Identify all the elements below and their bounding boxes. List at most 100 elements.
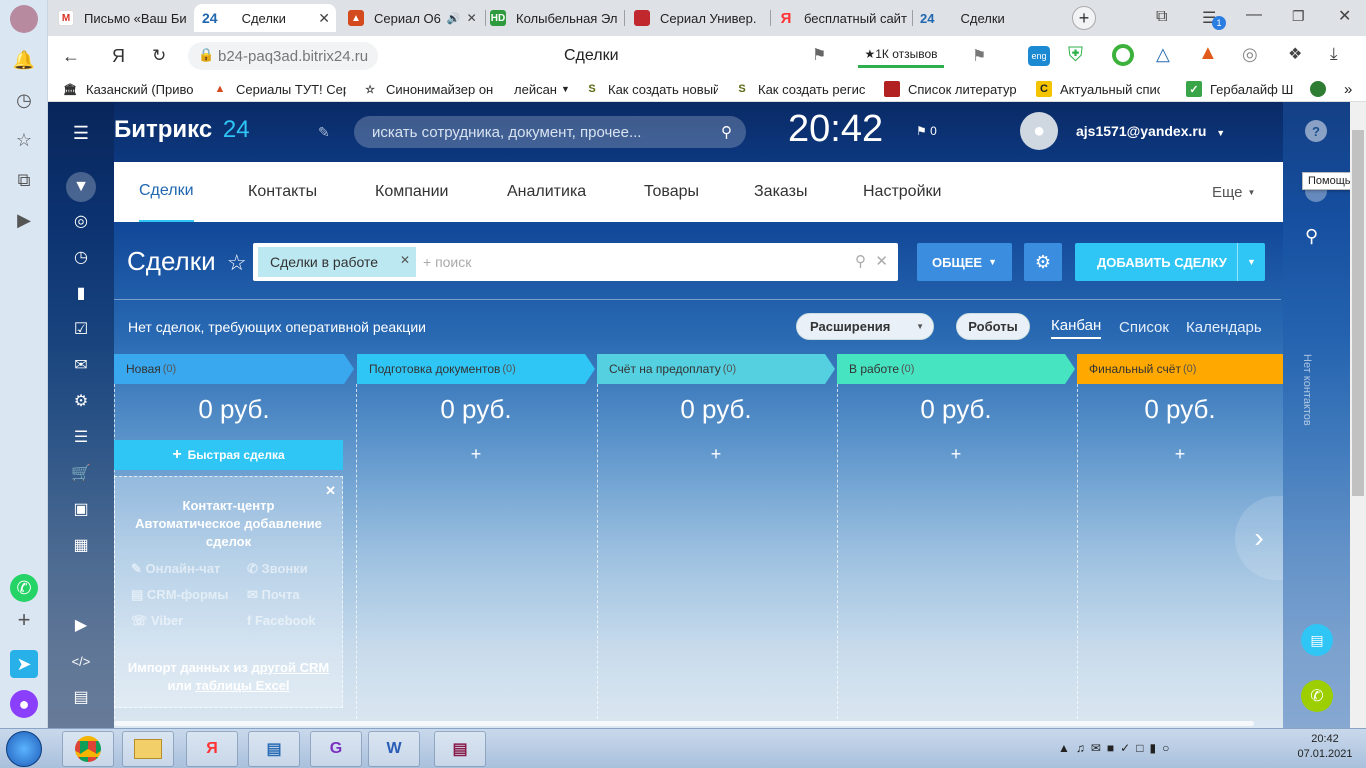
task-icon[interactable]: ☑ bbox=[68, 318, 94, 340]
bookmark-icon[interactable]: ⚑ bbox=[972, 46, 986, 66]
bookmark-item[interactable]: 🏛 Казанский (Приво bbox=[62, 80, 202, 98]
bookmark-item[interactable]: ☆ Синонимайзер он bbox=[362, 80, 498, 98]
tab-gmail[interactable]: M Письмо «Ваш Би bbox=[58, 4, 190, 32]
target-icon[interactable]: ◎ bbox=[68, 210, 94, 232]
explorer-icon[interactable] bbox=[122, 731, 174, 767]
hamburger-icon[interactable]: ☰ bbox=[68, 122, 94, 144]
tab-more[interactable]: Еще ▼ bbox=[1212, 162, 1255, 222]
reload-icon[interactable]: ↻ bbox=[152, 46, 166, 66]
search-icon[interactable]: ⚲ bbox=[1305, 226, 1318, 247]
bookmark-item[interactable]: S Как создать новый bbox=[584, 80, 718, 98]
download-icon[interactable]: ⤓ bbox=[1330, 44, 1338, 64]
cc-chat[interactable]: ✎ Онлайн-чат bbox=[131, 561, 220, 577]
bookmark-item[interactable]: Список литератур bbox=[884, 80, 1020, 98]
tab-deals-active[interactable]: 24 Сделки ✕ bbox=[194, 4, 336, 32]
start-button[interactable] bbox=[6, 731, 42, 767]
close-icon[interactable]: ✕ bbox=[325, 483, 336, 499]
video-icon[interactable]: ▶ bbox=[10, 206, 38, 234]
minimize-icon[interactable]: — bbox=[1246, 6, 1262, 24]
herb-extra-icon[interactable] bbox=[1310, 80, 1330, 98]
pdf-reader-icon[interactable]: G bbox=[310, 731, 362, 767]
view-list[interactable]: Список bbox=[1119, 319, 1169, 336]
user-avatar[interactable]: ● bbox=[1020, 112, 1058, 150]
word-icon[interactable]: W bbox=[368, 731, 420, 767]
tab-deals-2[interactable]: 24 Сделки bbox=[920, 4, 1050, 32]
apps-icon[interactable]: ▦ bbox=[68, 534, 94, 556]
horizontal-scrollbar[interactable] bbox=[114, 721, 1254, 726]
robots-button[interactable]: Роботы bbox=[956, 313, 1030, 340]
funnel-icon[interactable]: ▼ bbox=[66, 172, 96, 202]
taskbar-clock[interactable]: 20:42 07.01.2021 bbox=[1290, 733, 1360, 760]
tab-settings[interactable]: Настройки bbox=[863, 162, 941, 222]
ext-eng-icon[interactable]: eng bbox=[1028, 46, 1050, 66]
history-icon[interactable]: ◷ bbox=[10, 86, 38, 114]
star-icon[interactable]: ☆ bbox=[10, 126, 38, 154]
star-outline-icon[interactable]: ☆ bbox=[227, 250, 247, 275]
add-deal-plus[interactable]: + bbox=[837, 444, 1075, 465]
bookmark-item[interactable]: ✓ Гербалайф Ш bbox=[1186, 80, 1298, 98]
globe-icon[interactable]: ◎ bbox=[1242, 44, 1258, 65]
add-deal-plus[interactable]: + bbox=[357, 444, 595, 465]
cc-mail[interactable]: ✉ Почта bbox=[247, 587, 300, 603]
tab-serial[interactable]: ▲ Сериал О6 🔊 ✕ bbox=[348, 4, 488, 32]
close-tab-icon[interactable]: ✕ bbox=[467, 11, 477, 25]
search-icon[interactable]: ⚲ bbox=[855, 252, 866, 270]
collections-icon[interactable]: ⧉ bbox=[1156, 8, 1167, 26]
ext-green-icon[interactable] bbox=[1112, 44, 1134, 66]
tab-yandex[interactable]: Я бесплатный сайт bbox=[778, 4, 908, 32]
phone-call-icon[interactable]: ✆ bbox=[1301, 680, 1333, 712]
view-calendar[interactable]: Календарь bbox=[1186, 319, 1262, 336]
knowledge-icon[interactable]: ▤ bbox=[68, 686, 94, 708]
restore-icon[interactable]: ❐ bbox=[1292, 8, 1305, 25]
yandex-browser-icon[interactable]: Я bbox=[186, 731, 238, 767]
ext-tri-icon[interactable]: △ bbox=[1156, 44, 1170, 65]
tab-products[interactable]: Товары bbox=[644, 162, 699, 222]
shield-icon[interactable]: ⛨ bbox=[1068, 44, 1090, 68]
extensions-button[interactable]: Расширения ▼ bbox=[796, 313, 934, 340]
yandex-home-icon[interactable]: Я bbox=[112, 46, 125, 67]
cart-icon[interactable]: 🛒 bbox=[68, 462, 94, 484]
bookmark-item[interactable]: ▲ Сериалы ТУТ! Сер bbox=[212, 80, 346, 98]
flag-counter[interactable]: ⚑ 0 bbox=[916, 124, 937, 138]
stage-in-progress[interactable]: В работе (0) bbox=[837, 354, 1075, 384]
stage-docs[interactable]: Подготовка документов (0) bbox=[357, 354, 595, 384]
control-panel-icon[interactable]: ▤ bbox=[248, 731, 300, 767]
chevron-down-icon[interactable]: ▼ bbox=[1237, 243, 1265, 281]
stage-invoice[interactable]: Счёт на предоплату (0) bbox=[597, 354, 835, 384]
reviews-badge[interactable]: ★ 1К отзывов bbox=[858, 42, 944, 68]
filter-tag[interactable]: Сделки в работе ✕ bbox=[258, 247, 416, 277]
close-tab-icon[interactable]: ✕ bbox=[318, 10, 330, 27]
url-field[interactable]: 🔒 b24-paq3ad.bitrix24.ru bbox=[188, 42, 378, 70]
bookmark-folder[interactable]: лейсан ▼ bbox=[514, 80, 574, 98]
profile-avatar[interactable] bbox=[10, 5, 38, 33]
close-icon[interactable]: ✕ bbox=[400, 253, 410, 267]
ext-fox-icon[interactable]: ▲ bbox=[1198, 42, 1218, 65]
back-icon[interactable]: ← bbox=[62, 46, 80, 67]
stage-new[interactable]: Новая (0) bbox=[114, 354, 354, 384]
translate-icon[interactable]: ⚑ bbox=[812, 45, 826, 65]
quick-deal-button[interactable]: + Быстрая сделка bbox=[114, 440, 343, 470]
new-tab-button[interactable]: + bbox=[1072, 6, 1096, 30]
chrome-icon[interactable] bbox=[62, 731, 114, 767]
sites-icon[interactable]: ☰ bbox=[68, 426, 94, 448]
system-tray[interactable]: ▲♫✉■✓□▮○ bbox=[1058, 741, 1175, 755]
tab-deals[interactable]: Сделки bbox=[139, 162, 194, 222]
video-call-icon[interactable]: ▶ bbox=[68, 614, 94, 636]
stage-final[interactable]: Финальный счёт (0) bbox=[1077, 354, 1283, 384]
add-deal-button[interactable]: ДОБАВИТЬ СДЕЛКУ ▼ bbox=[1075, 243, 1265, 281]
tab-analytics[interactable]: Аналитика bbox=[507, 162, 586, 222]
scroll-thumb[interactable] bbox=[1352, 130, 1364, 496]
import-crm-link[interactable]: другой CRM bbox=[252, 660, 330, 675]
search-input[interactable]: искать сотрудника, документ, прочее... ⚲ bbox=[354, 116, 746, 148]
clock[interactable]: 20:42 bbox=[788, 108, 883, 151]
cc-viber[interactable]: ☏ Viber bbox=[131, 613, 183, 629]
winrar-icon[interactable]: ▤ bbox=[434, 731, 486, 767]
whatsapp-icon[interactable]: ✆ bbox=[10, 574, 38, 602]
bitrix-logo[interactable]: Битрикс 24 bbox=[114, 116, 250, 144]
cc-calls[interactable]: ✆ Звонки bbox=[247, 561, 308, 577]
alice-icon[interactable]: ● bbox=[10, 690, 38, 718]
search-icon[interactable]: ⚲ bbox=[721, 123, 732, 141]
robot-icon[interactable]: ⚙ bbox=[68, 390, 94, 412]
collections-icon[interactable]: ⧉ bbox=[10, 166, 38, 194]
add-deal-plus[interactable]: + bbox=[597, 444, 835, 465]
